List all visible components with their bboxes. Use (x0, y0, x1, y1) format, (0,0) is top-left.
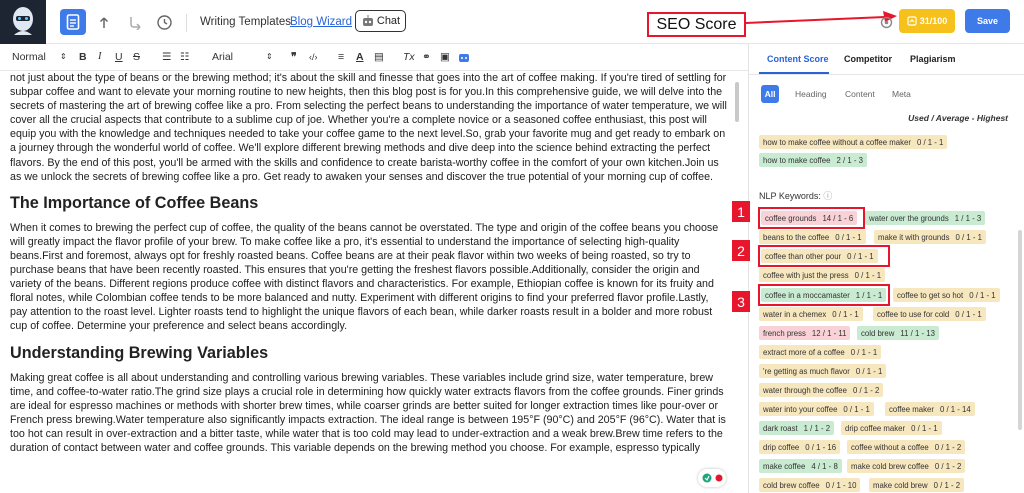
keyword-chip[interactable]: dark roast 1 / 1 - 2 (759, 421, 835, 435)
redo-icon[interactable] (122, 9, 148, 35)
seo-score-value: 31/100 (919, 16, 948, 26)
keyword-chip[interactable]: drip coffee 0 / 1 - 16 (759, 440, 841, 454)
chat-button[interactable]: Chat (355, 10, 406, 32)
keyword-chip[interactable]: coffee to get so hot 0 / 1 - 1 (893, 288, 1000, 302)
nlp-keywords-title: NLP Keywords: ⓘ (759, 191, 833, 201)
subtab-all[interactable]: All (761, 85, 779, 103)
link-icon[interactable]: ⚭ (422, 51, 431, 63)
align-icon[interactable]: ≡ (338, 51, 344, 63)
editor-scrollbar[interactable] (735, 82, 739, 122)
brewing-paragraph[interactable]: Making great coffee is all about underst… (10, 371, 728, 456)
seo-score-annotation: SEO Score (647, 12, 746, 37)
annotation-box (758, 207, 865, 229)
keyword-chip[interactable]: beans to the coffee 0 / 1 - 1 (759, 230, 866, 244)
keyword-chip[interactable]: make cold brew 0 / 1 - 2 (869, 478, 965, 492)
robot-icon (362, 15, 373, 26)
tab-content-score[interactable]: Content Score (767, 54, 829, 64)
writing-templates-link[interactable]: Writing Templates (200, 16, 291, 28)
keyword-chip[interactable]: make it with grounds 0 / 1 - 1 (874, 230, 986, 244)
bullet-list-icon[interactable]: ☷ (180, 51, 189, 63)
italic-button[interactable]: I (98, 51, 102, 63)
usage-legend: Used / Average - Highest (908, 113, 1008, 123)
chat-label: Chat (376, 15, 401, 27)
status-dot-icon (715, 474, 722, 482)
keyword-chip[interactable]: french press 12 / 1 - 11 (759, 326, 851, 340)
keyword-chip[interactable]: water through the coffee 0 / 1 - 2 (759, 383, 884, 397)
heading-brewing-variables[interactable]: Understanding Brewing Variables (10, 343, 728, 363)
keyword-chip[interactable]: cold brew coffee 0 / 1 - 10 (759, 478, 861, 492)
annotation-number: 1 (732, 201, 750, 222)
app-window: Writing Templates Blog Wizard Chat SEO S… (0, 0, 1024, 493)
annotation-number: 3 (732, 291, 750, 312)
keyword-chip[interactable]: coffee with just the press 0 / 1 - 1 (759, 268, 886, 282)
save-button[interactable]: Save (965, 9, 1010, 33)
beans-paragraph[interactable]: When it comes to brewing the perfect cup… (10, 221, 728, 334)
tab-competitor[interactable]: Competitor (844, 54, 892, 64)
ordered-list-icon[interactable]: ☰ (162, 51, 171, 63)
assist-icon (702, 473, 711, 483)
clear-format-icon[interactable]: Tx (403, 51, 415, 63)
tab-divider (749, 74, 1024, 75)
style-dropdown-chevron-icon[interactable]: ⇕ (60, 51, 67, 63)
toolbar-divider (186, 14, 187, 32)
panel-scrollbar[interactable] (1018, 230, 1022, 430)
bold-button[interactable]: B (79, 51, 87, 63)
image-icon[interactable]: ▣ (440, 51, 450, 63)
keyword-chip[interactable]: make coffee 4 / 1 - 8 (759, 459, 842, 473)
keyword-chip[interactable]: water over the grounds 1 / 1 - 3 (865, 211, 986, 225)
underline-button[interactable]: U (115, 51, 123, 63)
settings-icon[interactable] (873, 9, 899, 35)
strike-button[interactable]: S (133, 51, 140, 63)
paragraph-style-select[interactable]: Normal (12, 51, 46, 63)
keyword-chip[interactable]: water in a chemex 0 / 1 - 1 (759, 307, 863, 321)
keyword-chip[interactable]: drip coffee maker 0 / 1 - 1 (841, 421, 942, 435)
info-icon[interactable]: ⓘ (823, 191, 832, 201)
keyword-chip[interactable]: extract more of a coffee 0 / 1 - 1 (759, 345, 882, 359)
heading-coffee-beans[interactable]: The Importance of Coffee Beans (10, 193, 728, 213)
keyword-chip[interactable]: coffee without a coffee 0 / 1 - 2 (847, 440, 966, 454)
keyword-chip[interactable]: coffee maker 0 / 1 - 14 (885, 402, 975, 416)
keyword-chip[interactable]: cold brew 11 / 1 - 13 (857, 326, 939, 340)
intro-paragraph[interactable]: not just about the type of beans or the … (10, 71, 728, 184)
format-toolbar: Normal ⇕ B I U S ☰ ☷ Arial ⇕ ❞ ‹/› ≡ A ▤… (0, 44, 748, 71)
editor-content[interactable]: not just about the type of beans or the … (0, 71, 738, 493)
blog-wizard-link[interactable]: Blog Wizard (290, 16, 352, 28)
keyword-chip[interactable]: make cold brew coffee 0 / 1 - 2 (847, 459, 966, 473)
text-color-icon[interactable]: A (356, 51, 364, 63)
subtab-content[interactable]: Content (845, 85, 875, 103)
keyword-chip[interactable]: coffee to use for cold 0 / 1 - 1 (873, 307, 986, 321)
tab-plagiarism[interactable]: Plagiarism (910, 54, 956, 64)
undo-icon[interactable] (94, 9, 120, 35)
subtab-meta[interactable]: Meta (892, 85, 911, 103)
robot-assist-icon[interactable] (458, 51, 470, 66)
quote-icon[interactable]: ❞ (291, 51, 297, 63)
font-dropdown-chevron-icon[interactable]: ⇕ (266, 51, 273, 63)
font-family-select[interactable]: Arial (212, 51, 233, 63)
history-icon[interactable] (151, 9, 177, 35)
document-icon[interactable] (60, 9, 86, 35)
keyword-chip[interactable]: water into your coffee 0 / 1 - 1 (759, 402, 874, 416)
code-icon[interactable]: ‹/› (309, 51, 318, 63)
subtab-heading[interactable]: Heading (795, 85, 827, 103)
annotation-number: 2 (732, 240, 750, 261)
top-toolbar: Writing Templates Blog Wizard Chat SEO S… (0, 0, 1024, 44)
seo-score-button[interactable]: 31/100 (899, 9, 955, 33)
keyword-chip[interactable]: how to make coffee without a coffee make… (759, 135, 948, 149)
keyword-chip[interactable]: 're getting as much flavor 0 / 1 - 1 (759, 364, 887, 378)
seo-panel: Content Score Competitor Plagiarism All … (732, 44, 1024, 493)
annotation-box (758, 284, 890, 306)
floating-assist-widget[interactable] (698, 469, 726, 487)
annotation-box (758, 245, 890, 267)
keyword-chip[interactable]: how to make coffee 2 / 1 - 3 (759, 153, 867, 167)
app-logo[interactable] (0, 0, 46, 44)
score-gauge-icon (907, 16, 917, 26)
highlight-icon[interactable]: ▤ (374, 51, 384, 63)
